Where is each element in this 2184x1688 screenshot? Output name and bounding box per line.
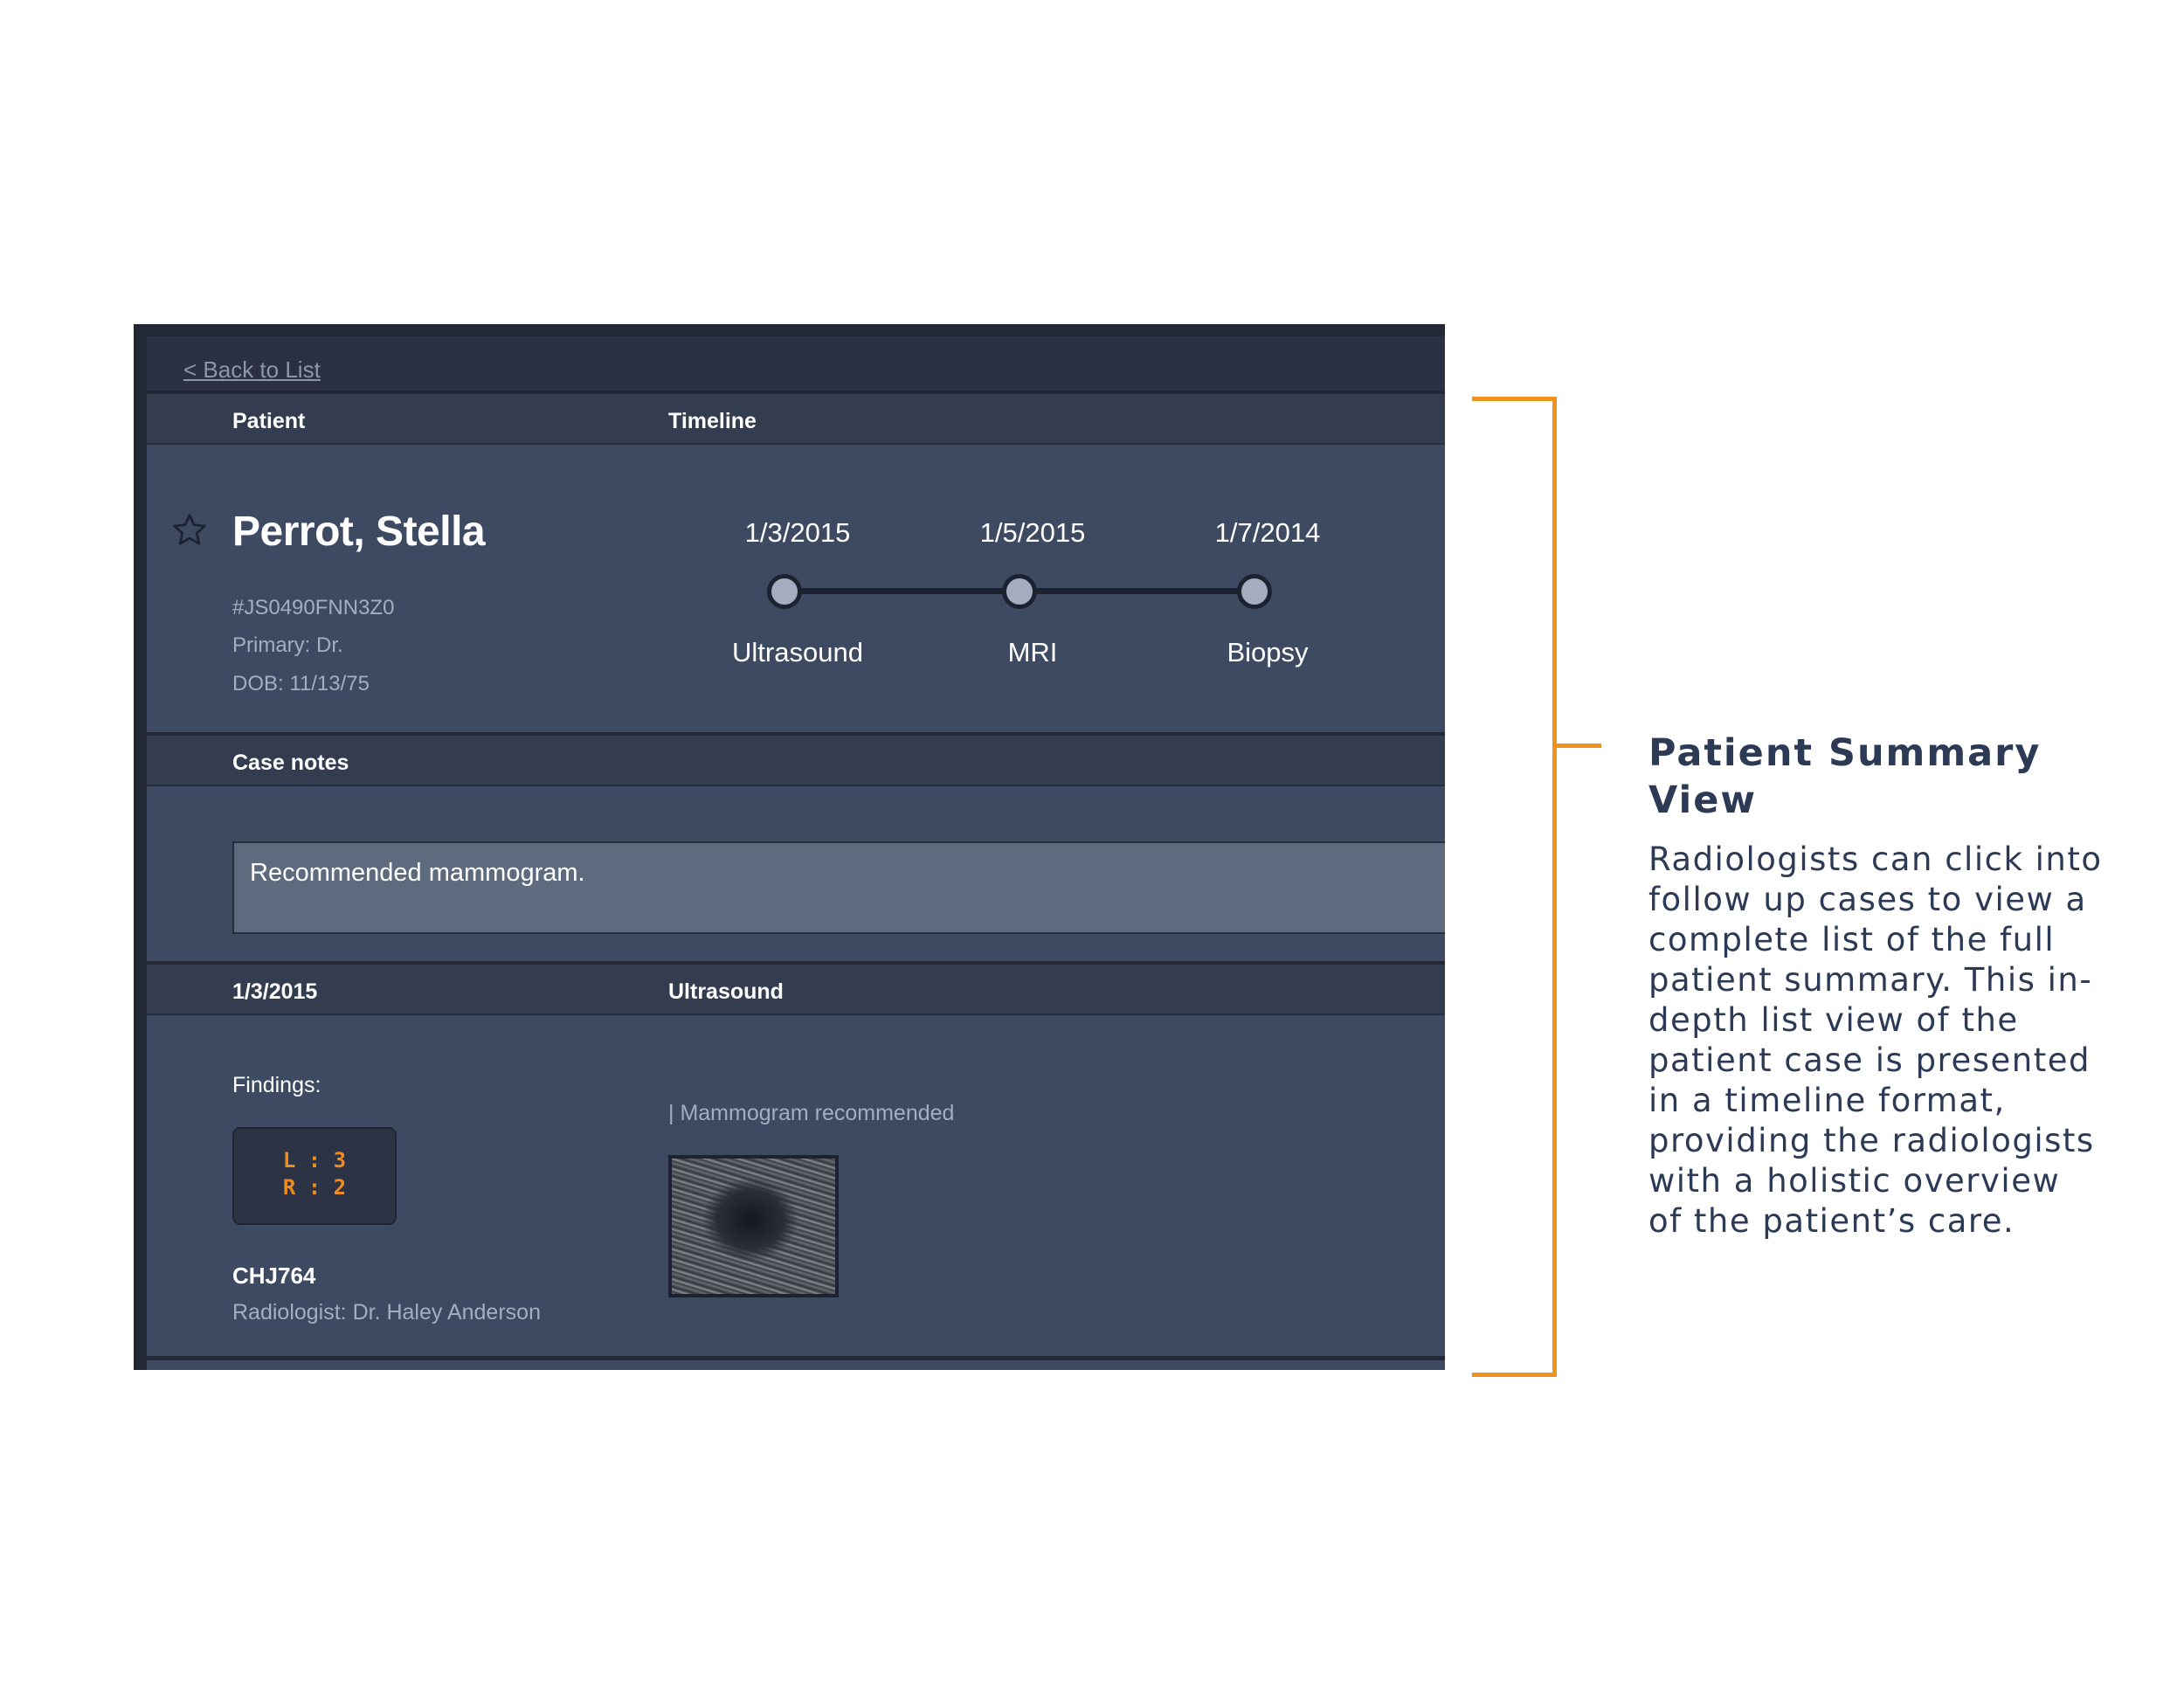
primary-physician: Primary: Dr.	[232, 633, 343, 657]
patient-column-header: Patient	[232, 409, 306, 433]
exam-note: | Mammogram recommended	[668, 1101, 955, 1125]
annotation-bracket	[1472, 397, 1557, 1377]
exam-type: Ultrasound	[668, 979, 784, 1004]
timeline-node-mri[interactable]	[1002, 574, 1037, 609]
patient-name: Perrot, Stella	[232, 508, 486, 555]
timeline-node-ultrasound[interactable]	[767, 574, 802, 609]
case-notes-header: Case notes	[147, 732, 1445, 786]
left-score: L : 3	[282, 1148, 347, 1173]
star-icon[interactable]	[170, 511, 209, 550]
patient-summary-panel: < Back to List Patient Timeline Perrot, …	[147, 336, 1445, 1370]
patient-section-header: Patient Timeline	[147, 391, 1445, 445]
patient-id: #JS0490FNN3Z0	[232, 596, 395, 619]
exam-code: CHJ764	[232, 1263, 316, 1289]
patient-summary-screen: < Back to List Patient Timeline Perrot, …	[134, 324, 1445, 1370]
timeline-column-header: Timeline	[668, 409, 757, 433]
annotation-body: Radiologists can click into follow up ca…	[1648, 841, 2103, 1240]
radiologist-name: Radiologist: Dr. Haley Anderson	[232, 1300, 541, 1325]
annotation-bracket-tick	[1552, 744, 1601, 748]
timeline-node-biopsy[interactable]	[1237, 574, 1272, 609]
timeline-date: 1/7/2014	[1214, 517, 1321, 548]
timeline-label: MRI	[1007, 637, 1058, 668]
timeline-date: 1/5/2015	[979, 517, 1086, 548]
top-bar: < Back to List	[147, 336, 1445, 391]
back-to-list-link[interactable]: < Back to List	[183, 356, 321, 384]
right-score: R : 2	[282, 1175, 347, 1200]
section-divider	[147, 1356, 1445, 1360]
timeline-date: 1/3/2015	[744, 517, 851, 548]
ultrasound-thumbnail[interactable]	[668, 1155, 839, 1297]
timeline-label: Biopsy	[1227, 637, 1309, 668]
case-notes-field[interactable]: Recommended mammogram.	[232, 841, 1445, 934]
exam-date: 1/3/2015	[232, 979, 318, 1004]
findings-label: Findings:	[232, 1073, 321, 1097]
patient-dob: DOB: 11/13/75	[232, 672, 370, 695]
timeline-label: Ultrasound	[732, 637, 863, 668]
exam-section-header: 1/3/2015 Ultrasound	[147, 961, 1445, 1015]
findings-score-badge: L : 3 R : 2	[232, 1127, 397, 1225]
annotation-title: Patient Summary View	[1648, 731, 2042, 822]
case-notes-title: Case notes	[232, 751, 349, 775]
case-notes-text: Recommended mammogram.	[250, 859, 585, 887]
